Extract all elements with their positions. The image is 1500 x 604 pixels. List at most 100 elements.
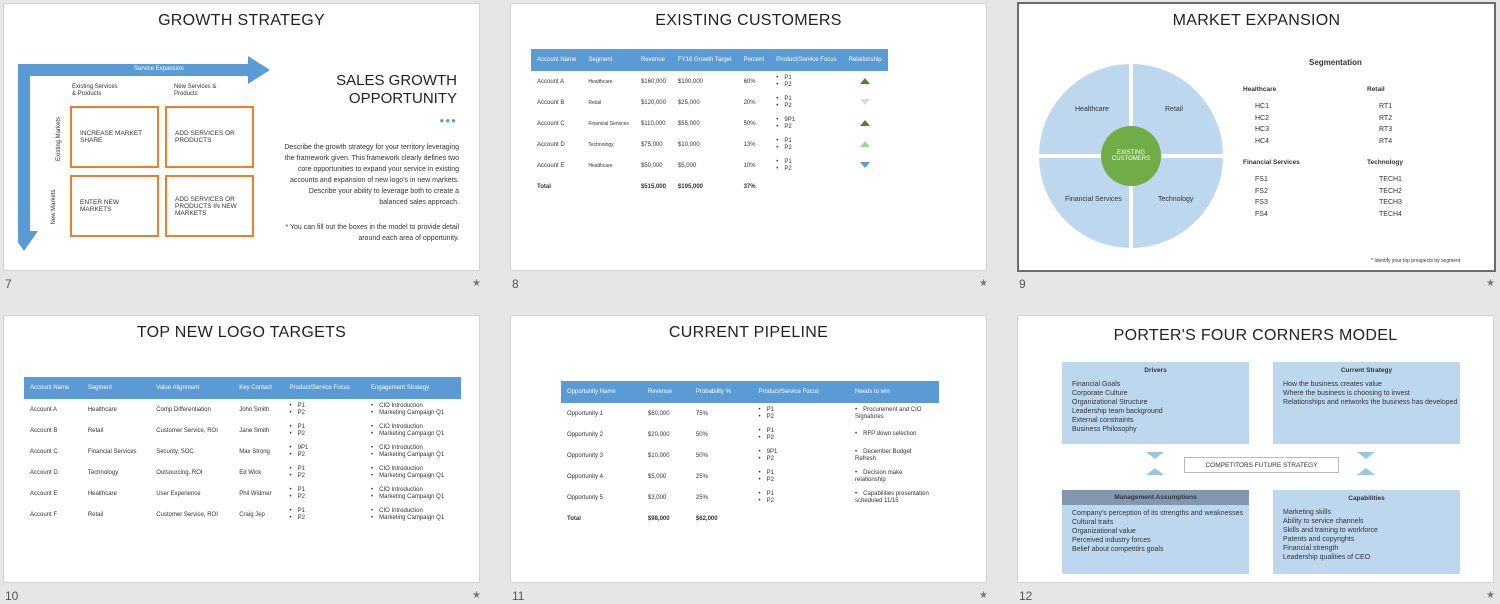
slide-title: GROWTH STRATEGY <box>158 12 325 29</box>
porter-item: Leadership team background <box>1072 408 1163 415</box>
focus-cell: P1P2 <box>753 466 849 487</box>
segment-item: HC1 <box>1255 103 1270 110</box>
table-cell: Account D <box>30 469 58 476</box>
slide-number-12: 12 <box>1019 589 1033 603</box>
relationship-cell <box>843 92 888 113</box>
table-cell: Technology <box>87 469 119 476</box>
focus-cell: P1P2 <box>284 399 366 420</box>
star-icon[interactable]: ★ <box>472 278 481 289</box>
table-cell: 25% <box>695 494 708 501</box>
segment-item: RT2 <box>1379 114 1393 122</box>
star-icon[interactable]: ★ <box>1486 278 1495 289</box>
table-cell: Total <box>537 183 551 190</box>
porter-item: Relationships and networks the business … <box>1283 399 1458 406</box>
slide-number-8: 8 <box>512 277 519 291</box>
quadrant-label-technology: Technology <box>1158 196 1194 203</box>
focus-item: P2 <box>776 103 836 110</box>
strategy-item: Marketing Campaign Q1 <box>371 494 455 501</box>
table-cell: $100,000 <box>677 78 703 85</box>
slide-thumbnail-11[interactable]: CURRENT PIPELINE Opportunity Name Revenue… <box>510 315 987 583</box>
porter-item: Organizational value <box>1072 528 1136 535</box>
focus-cell: P1P2 <box>284 420 366 441</box>
side-title: SALES GROWTH OPPORTUNITY <box>336 72 457 107</box>
porter-item: Company's perception of its strengths an… <box>1072 510 1243 517</box>
segment-group: Retail RT1 RT2 RT3 RT4 <box>1367 86 1392 147</box>
strategy-cell: CIO IntroductionMarketing Campaign Q1 <box>365 462 461 483</box>
strategy-cell: CIO IntroductionMarketing Campaign Q1 <box>365 420 461 441</box>
star-icon[interactable]: ★ <box>979 278 988 289</box>
focus-cell: 9P1P2 <box>753 445 849 466</box>
slide-thumbnail-9[interactable]: MARKET EXPANSION Healthcare Retail Finan… <box>1017 2 1496 272</box>
slide-title: PORTER'S FOUR CORNERS MODEL <box>1113 327 1398 344</box>
quadrant-label-financial: Financial Services <box>1065 196 1122 203</box>
column-header: Segment <box>582 49 635 71</box>
table-cell: $98,000 <box>647 515 670 522</box>
segment-group: Financial Services FS1 FS2 FS3 FS4 <box>1243 159 1300 220</box>
porter-item: Marketing skills <box>1283 509 1331 516</box>
needs-item: Capabilities presentation scheduled 11/1… <box>855 491 933 505</box>
slide-thumbnail-10[interactable]: TOP NEW LOGO TARGETS Account Name Segment… <box>3 315 480 583</box>
strategy-item: Marketing Campaign Q1 <box>371 410 455 417</box>
table-cell: User Experience <box>156 490 201 497</box>
existing-customers-table: Account Name Segment Revenue FY18 Growth Ta… <box>531 49 888 197</box>
slide-thumbnail-12[interactable]: PORTER'S FOUR CORNERS MODEL Drivers Fina… <box>1017 315 1494 583</box>
porter-item: Skills and training to workforce <box>1283 527 1378 534</box>
focus-item: P1 <box>759 407 843 414</box>
focus-item: P2 <box>290 515 360 522</box>
table-cell: 75% <box>695 410 708 417</box>
dots-decoration: ●●● <box>439 116 457 125</box>
table-cell: $195,000 <box>677 183 703 190</box>
table-row: Opportunity 3 $10,000 50% 9P1P2 December Bud… <box>561 445 939 466</box>
table-cell <box>753 508 849 529</box>
column-header: Product/Service Focus <box>283 377 366 399</box>
table-cell: Account B <box>30 427 58 434</box>
competitors-future-strategy: COMPETITORS FUTURE STRATEGY <box>1184 457 1339 473</box>
table-cell: $20,000 <box>647 431 670 438</box>
slide-title: MARKET EXPANSION <box>1172 12 1341 29</box>
focus-item: P1 <box>759 491 843 498</box>
column-header: Percent <box>737 49 771 71</box>
table-cell <box>843 176 888 197</box>
table-cell: Total <box>567 515 581 522</box>
table-row: Account B Retail Customer Service, ROI Jane… <box>24 420 461 441</box>
focus-item: P2 <box>776 166 836 173</box>
table-cell: 13% <box>743 141 756 148</box>
strategy-cell: CIO IntroductionMarketing Campaign Q1 <box>365 441 461 462</box>
table-cell: 50% <box>743 120 756 127</box>
table-cell: Retail <box>588 99 602 106</box>
strategy-item: Marketing Campaign Q1 <box>371 515 455 522</box>
segment-item: TECH4 <box>1379 210 1402 218</box>
strategy-item: CIO Introduction <box>371 487 455 494</box>
table-cell: Retail <box>87 511 104 518</box>
star-icon[interactable]: ★ <box>472 590 481 601</box>
table-cell: Craig Jep <box>239 511 265 518</box>
segment-item: TECH2 <box>1379 187 1402 195</box>
triangle-up-icon <box>860 140 871 147</box>
needs-cell: RFP down selection <box>849 424 939 445</box>
segment-group-title: Financial Services <box>1243 159 1300 166</box>
porter-item: Patents and copyrights <box>1283 536 1355 543</box>
slide-thumbnail-7[interactable]: GROWTH STRATEGY Service Expansion Market… <box>3 3 480 271</box>
focus-item: P2 <box>290 473 360 480</box>
focus-cell: P1P2 <box>284 483 366 504</box>
needs-cell: Procurement and CIO Signatures <box>849 403 939 424</box>
star-icon[interactable]: ★ <box>979 590 988 601</box>
strategy-item: CIO Introduction <box>371 508 455 515</box>
table-cell: Opportunity 3 <box>567 452 604 459</box>
increase-market-share-box: INCREASE MARKET SHARE <box>70 106 159 168</box>
focus-item: P2 <box>759 435 843 442</box>
row-existing-label: Existing Markets <box>56 117 62 162</box>
segmentation-title: Segmentation <box>1309 58 1362 67</box>
table-row: Account B Retail $120,000 $25,000 20% P1P2 <box>531 92 888 113</box>
focus-cell: P1P2 <box>753 424 849 445</box>
focus-item: P2 <box>290 431 360 438</box>
focus-item: P1 <box>290 403 360 410</box>
segment-item: HC2 <box>1255 114 1270 122</box>
focus-item: P1 <box>776 75 836 82</box>
star-icon[interactable]: ★ <box>1486 590 1495 601</box>
table-cell: Account F <box>30 511 58 518</box>
relationship-cell <box>843 155 888 176</box>
table-cell: Technology <box>588 141 614 148</box>
segment-item: FS4 <box>1255 210 1268 218</box>
slide-thumbnail-8[interactable]: EXISTING CUSTOMERS Account Name Segment Re… <box>510 3 987 271</box>
